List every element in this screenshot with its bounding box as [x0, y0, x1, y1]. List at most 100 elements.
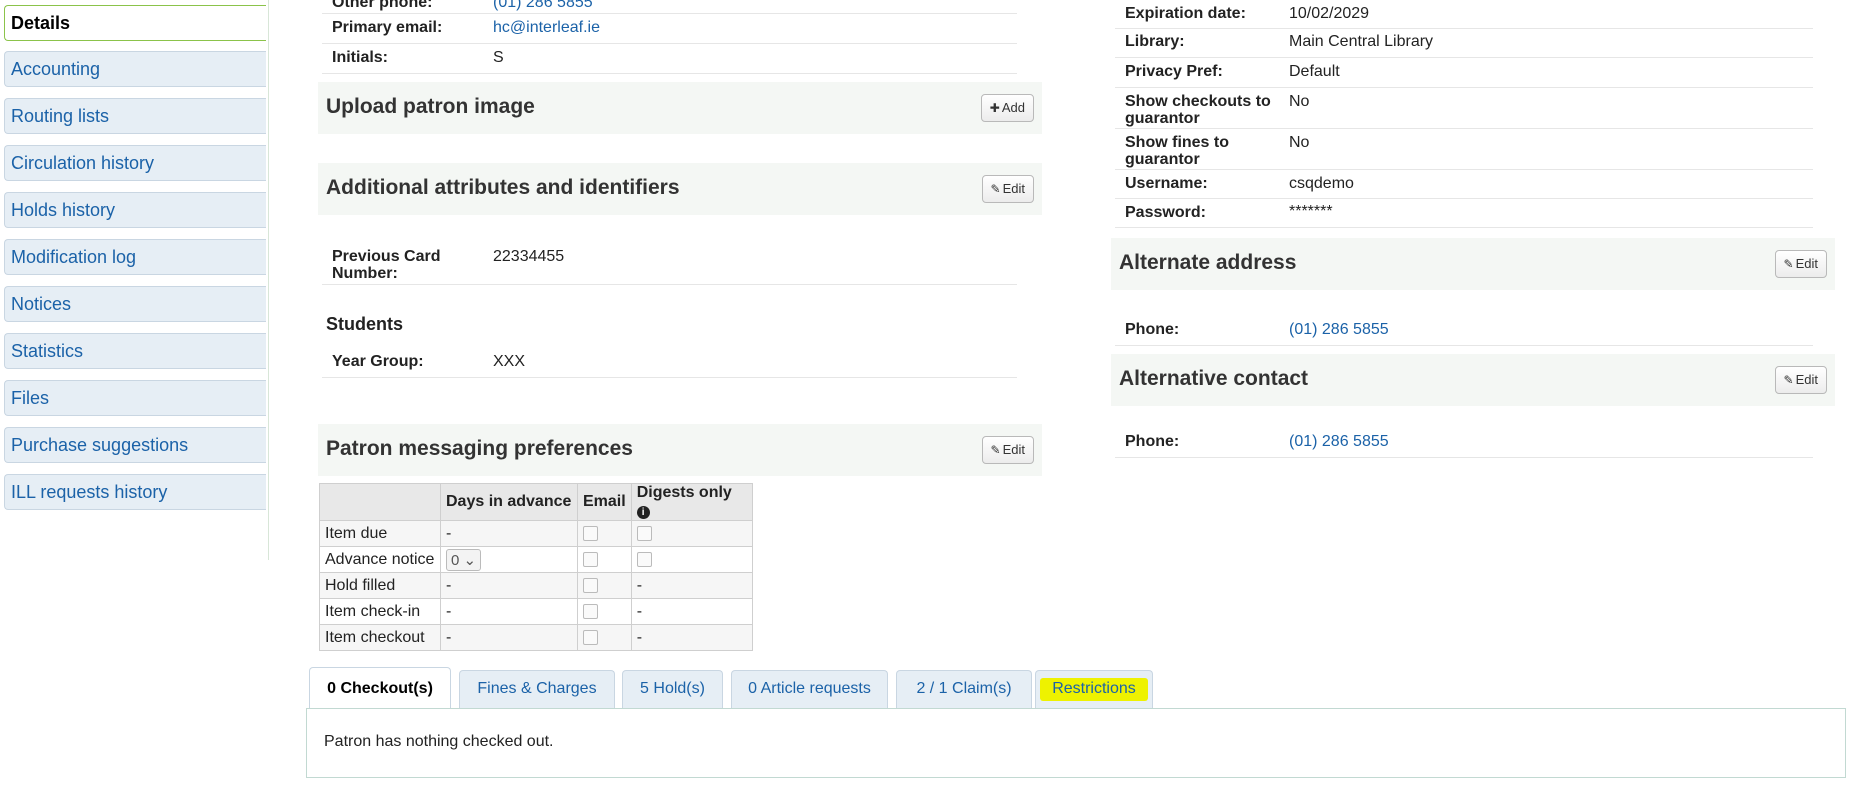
students-group-title: Students: [326, 314, 404, 334]
button-label: Edit: [1795, 372, 1818, 387]
sidebar-item-accounting[interactable]: Accounting: [4, 51, 266, 87]
messaging-preferences-section: Patron messaging preferences ✎ Edit: [318, 424, 1042, 476]
empty-checkouts-message: Patron has nothing checked out.: [324, 733, 554, 750]
sidebar-item-modification-log[interactable]: Modification log: [4, 239, 266, 275]
button-label: Edit: [1002, 442, 1025, 457]
alternative-contact-section: Alternative contact ✎ Edit: [1111, 354, 1835, 406]
edit-alternative-contact-button[interactable]: ✎ Edit: [1774, 366, 1827, 394]
email-checkbox[interactable]: [583, 577, 598, 593]
sidebar-item-routing-lists[interactable]: Routing lists: [4, 98, 266, 134]
sidebar-item-files[interactable]: Files: [4, 380, 266, 416]
tab-claims[interactable]: 2 / 1 Claim(s): [896, 670, 1032, 708]
contact-phone-link[interactable]: (01) 286 5855: [1289, 433, 1389, 451]
password-value: *******: [1289, 203, 1333, 220]
messaging-preferences-table: Days in advance Email Digests only i Ite…: [319, 483, 753, 651]
section-title: Patron messaging preferences: [326, 437, 633, 460]
other-phone-link[interactable]: (01) 286 5855: [493, 0, 593, 12]
digest-cell: -: [630, 624, 753, 651]
section-title: Upload patron image: [326, 95, 535, 118]
tab-label: 5 Hold(s): [640, 680, 705, 697]
primary-email-row: Primary email: hc@interleaf.ie: [322, 14, 1017, 44]
privacy-label: Privacy Pref:: [1125, 63, 1223, 80]
library-row: Library: Main Central Library: [1115, 29, 1813, 58]
button-label: Edit: [1002, 181, 1025, 196]
sidebar-item-statistics[interactable]: Statistics: [4, 333, 266, 369]
primary-email-link[interactable]: hc@interleaf.ie: [493, 19, 600, 37]
sidebar-item-label: Routing lists: [11, 106, 110, 126]
email-checkbox[interactable]: [583, 629, 598, 645]
expiration-value: 10/02/2029: [1289, 5, 1370, 22]
pencil-icon: ✎: [1783, 257, 1794, 271]
sidebar-item-label: Notices: [11, 294, 72, 314]
initials-row: Initials: S: [322, 44, 1017, 74]
pencil-icon: ✎: [990, 443, 1001, 457]
table-row: Advance notice 0 ⌄: [319, 546, 753, 573]
tab-label: 2 / 1 Claim(s): [916, 680, 1012, 697]
edit-alternate-address-button[interactable]: ✎ Edit: [1774, 250, 1827, 278]
row-name: Hold filled: [319, 572, 441, 599]
column-header: Days in advance: [440, 483, 578, 521]
show-fines-label: Show fines to guarantor: [1125, 134, 1229, 168]
other-phone-row: Other phone: (01) 286 5855: [322, 0, 1017, 14]
sidebar-item-details[interactable]: Details: [4, 5, 266, 41]
days-in-advance-cell: -: [440, 520, 578, 547]
alternate-phone-link[interactable]: (01) 286 5855: [1289, 321, 1389, 339]
contact-phone-row: Phone: (01) 286 5855: [1115, 428, 1813, 458]
other-phone-label: Other phone:: [332, 0, 433, 11]
upload-patron-image-section: Upload patron image ✚ Add: [318, 82, 1042, 134]
section-title: Alternate address: [1119, 251, 1297, 274]
digest-checkbox[interactable]: [636, 551, 652, 567]
sidebar-item-label: Details: [11, 13, 71, 33]
phone-label: Phone:: [1125, 321, 1180, 338]
section-title: Alternative contact: [1119, 367, 1309, 390]
days-in-advance-cell: 0 ⌄: [440, 546, 578, 573]
email-checkbox[interactable]: [583, 525, 598, 541]
primary-email-label: Primary email:: [332, 19, 443, 36]
table-row: Item checkout - -: [319, 624, 753, 651]
digest-cell: -: [630, 572, 753, 599]
sidebar-item-circulation-history[interactable]: Circulation history: [4, 145, 266, 181]
show-fines-value: No: [1289, 134, 1310, 151]
show-checkouts-value: No: [1289, 93, 1310, 110]
alternate-phone-row: Phone: (01) 286 5855: [1115, 316, 1813, 346]
tab-holds[interactable]: 5 Hold(s): [622, 670, 723, 708]
edit-attributes-button[interactable]: ✎ Edit: [981, 175, 1034, 203]
sidebar-item-ill-requests-history[interactable]: ILL requests history: [4, 474, 266, 510]
tab-checkouts[interactable]: 0 Checkout(s): [309, 667, 451, 709]
row-name: Item check-in: [319, 598, 441, 625]
year-group-label: Year Group:: [332, 353, 424, 370]
digest-checkbox[interactable]: [636, 525, 652, 541]
email-cell: [577, 546, 632, 573]
add-image-button[interactable]: ✚ Add: [980, 94, 1034, 122]
email-cell: [577, 624, 632, 651]
library-value: Main Central Library: [1289, 33, 1434, 50]
sidebar-item-notices[interactable]: Notices: [4, 286, 266, 322]
table-row: Item check-in - -: [319, 598, 753, 625]
sidebar-item-holds-history[interactable]: Holds history: [4, 192, 266, 228]
sidebar-item-label: Circulation history: [11, 153, 155, 173]
patron-sidebar: Details Accounting Routing lists Circula…: [0, 0, 269, 560]
sidebar-item-purchase-suggestions[interactable]: Purchase suggestions: [4, 427, 266, 463]
column-header: [319, 483, 441, 521]
checkouts-tab-panel: Patron has nothing checked out.: [306, 708, 1846, 778]
days-in-advance-cell: -: [440, 572, 578, 599]
edit-messaging-button[interactable]: ✎ Edit: [981, 436, 1034, 464]
days-in-advance-select[interactable]: 0 ⌄: [446, 548, 482, 571]
sidebar-item-label: Purchase suggestions: [11, 435, 189, 455]
year-group-value: XXX: [493, 353, 526, 370]
email-checkbox[interactable]: [583, 551, 598, 567]
tab-fines-charges[interactable]: Fines & Charges: [459, 670, 615, 708]
tab-article-requests[interactable]: 0 Article requests: [731, 670, 888, 708]
expiration-row: Expiration date: 10/02/2029: [1115, 0, 1813, 29]
expiration-label: Expiration date:: [1125, 5, 1246, 22]
tab-restrictions[interactable]: Restrictions: [1035, 670, 1153, 708]
table-row: Item due -: [319, 520, 753, 547]
tab-label: 0 Checkout(s): [327, 680, 433, 697]
days-in-advance-cell: -: [440, 624, 578, 651]
sidebar-item-label: Holds history: [11, 200, 116, 220]
show-fines-row: Show fines to guarantor No: [1115, 129, 1813, 170]
alternate-address-section: Alternate address ✎ Edit: [1111, 238, 1835, 290]
info-icon[interactable]: i: [636, 506, 650, 519]
password-label: Password:: [1125, 204, 1206, 221]
email-checkbox[interactable]: [583, 603, 598, 619]
